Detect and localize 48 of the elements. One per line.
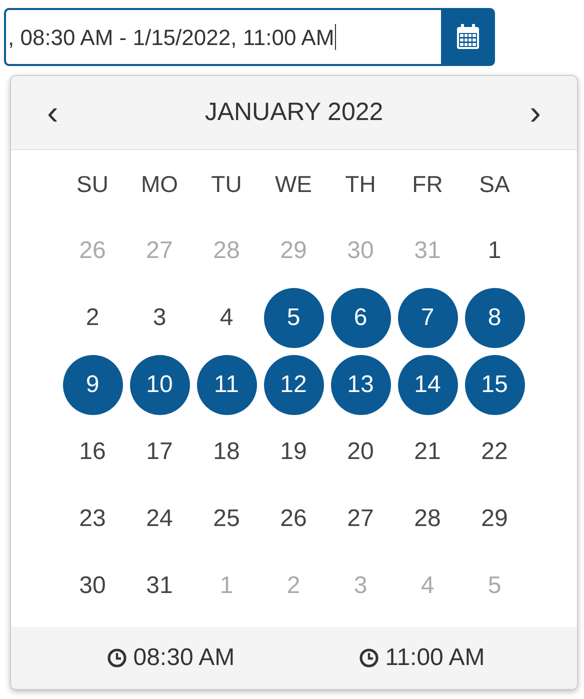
day-button[interactable]: 13 [330, 354, 390, 414]
day-button[interactable]: 7 [398, 288, 458, 348]
weekday-label: SA [479, 170, 510, 200]
day-button[interactable]: 23 [62, 488, 122, 548]
day-button[interactable]: 19 [264, 422, 324, 482]
day-button[interactable]: 27 [330, 488, 390, 548]
day-button[interactable]: 17 [130, 422, 190, 482]
day-button[interactable]: 8 [464, 288, 524, 348]
day-button[interactable]: 6 [330, 288, 390, 348]
day-button[interactable]: 9 [62, 354, 122, 414]
day-button[interactable]: 29 [464, 488, 524, 548]
weekday-label: SU [76, 170, 108, 200]
day-button[interactable]: 15 [464, 354, 524, 414]
day-button[interactable]: 24 [130, 488, 190, 548]
time-label[interactable]: 08:30 AM [133, 640, 235, 676]
day-button[interactable]: 11 [196, 354, 256, 414]
day-button[interactable]: 28 [398, 488, 458, 548]
day-button[interactable]: 18 [196, 422, 256, 482]
previous-month-button[interactable]: ‹ [43, 96, 62, 130]
day-button[interactable]: 5 [264, 288, 324, 348]
day-button[interactable]: 3 [130, 288, 190, 348]
day-button[interactable]: 26 [264, 488, 324, 548]
day-button[interactable]: 1 [464, 220, 524, 280]
day-button[interactable]: 16 [62, 422, 122, 482]
day-button[interactable]: 25 [196, 488, 256, 548]
date-range-field[interactable]: , 08:30 AM - 1/15/2022, 11:00 AM [4, 8, 441, 66]
clock-icon [107, 648, 128, 668]
day-button[interactable]: 4 [196, 288, 256, 348]
day-button[interactable]: 30 [62, 556, 122, 616]
weekday-label: WE [274, 170, 312, 200]
clock-icon [359, 648, 380, 668]
day-button[interactable]: 12 [264, 354, 324, 414]
weekday-label: FR [412, 170, 443, 200]
month-title: JANUARY 2022 [204, 96, 384, 128]
time-label[interactable]: 11:00 AM [385, 640, 485, 676]
weekday-label: TU [211, 170, 242, 200]
day-button[interactable]: 2 [62, 288, 122, 348]
day-button[interactable]: 21 [398, 422, 458, 482]
next-month-button[interactable]: › [526, 96, 545, 130]
weekday-label: MO [140, 170, 178, 200]
weekday-label: TH [345, 170, 376, 200]
day-button[interactable]: 20 [330, 422, 390, 482]
day-button[interactable]: 10 [130, 354, 190, 414]
day-button[interactable]: 22 [464, 422, 524, 482]
calendar-icon [456, 24, 480, 50]
calendar-button[interactable] [441, 8, 495, 66]
day-button[interactable]: 14 [398, 354, 458, 414]
day-button[interactable]: 31 [130, 556, 190, 616]
